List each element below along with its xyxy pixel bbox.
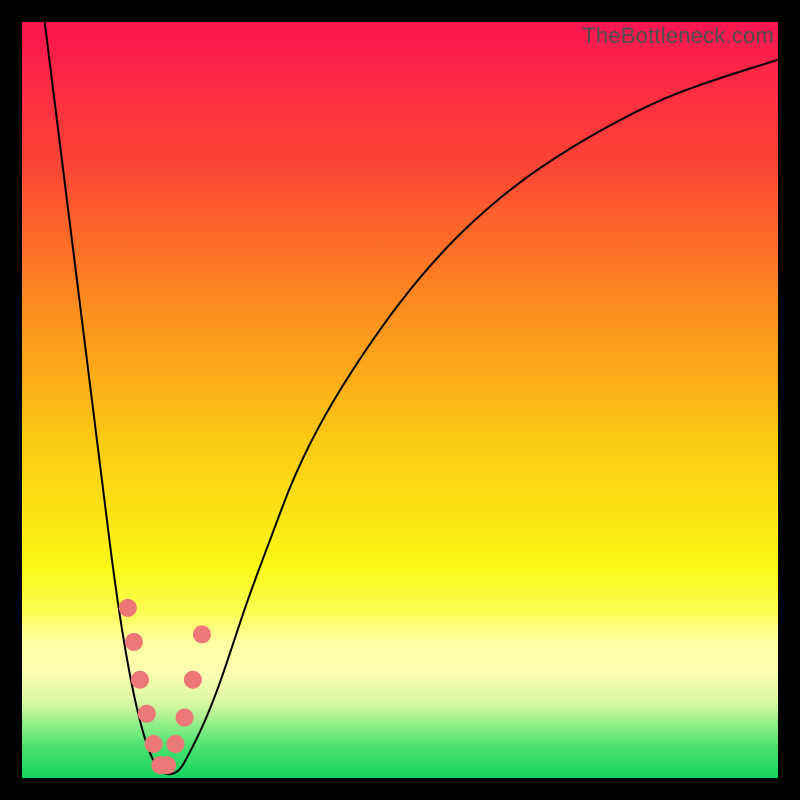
data-marker: [193, 625, 211, 643]
bottleneck-curve: [45, 22, 778, 774]
data-marker: [125, 633, 143, 651]
curve-layer: [22, 22, 778, 778]
data-marker: [138, 705, 156, 723]
data-marker: [166, 735, 184, 753]
data-marker: [158, 756, 176, 774]
data-marker: [131, 671, 149, 689]
data-marker: [176, 709, 194, 727]
data-marker: [184, 671, 202, 689]
chart-frame: TheBottleneck.com: [0, 0, 800, 800]
data-marker: [119, 599, 137, 617]
plot-area: TheBottleneck.com: [22, 22, 778, 778]
data-marker: [145, 735, 163, 753]
